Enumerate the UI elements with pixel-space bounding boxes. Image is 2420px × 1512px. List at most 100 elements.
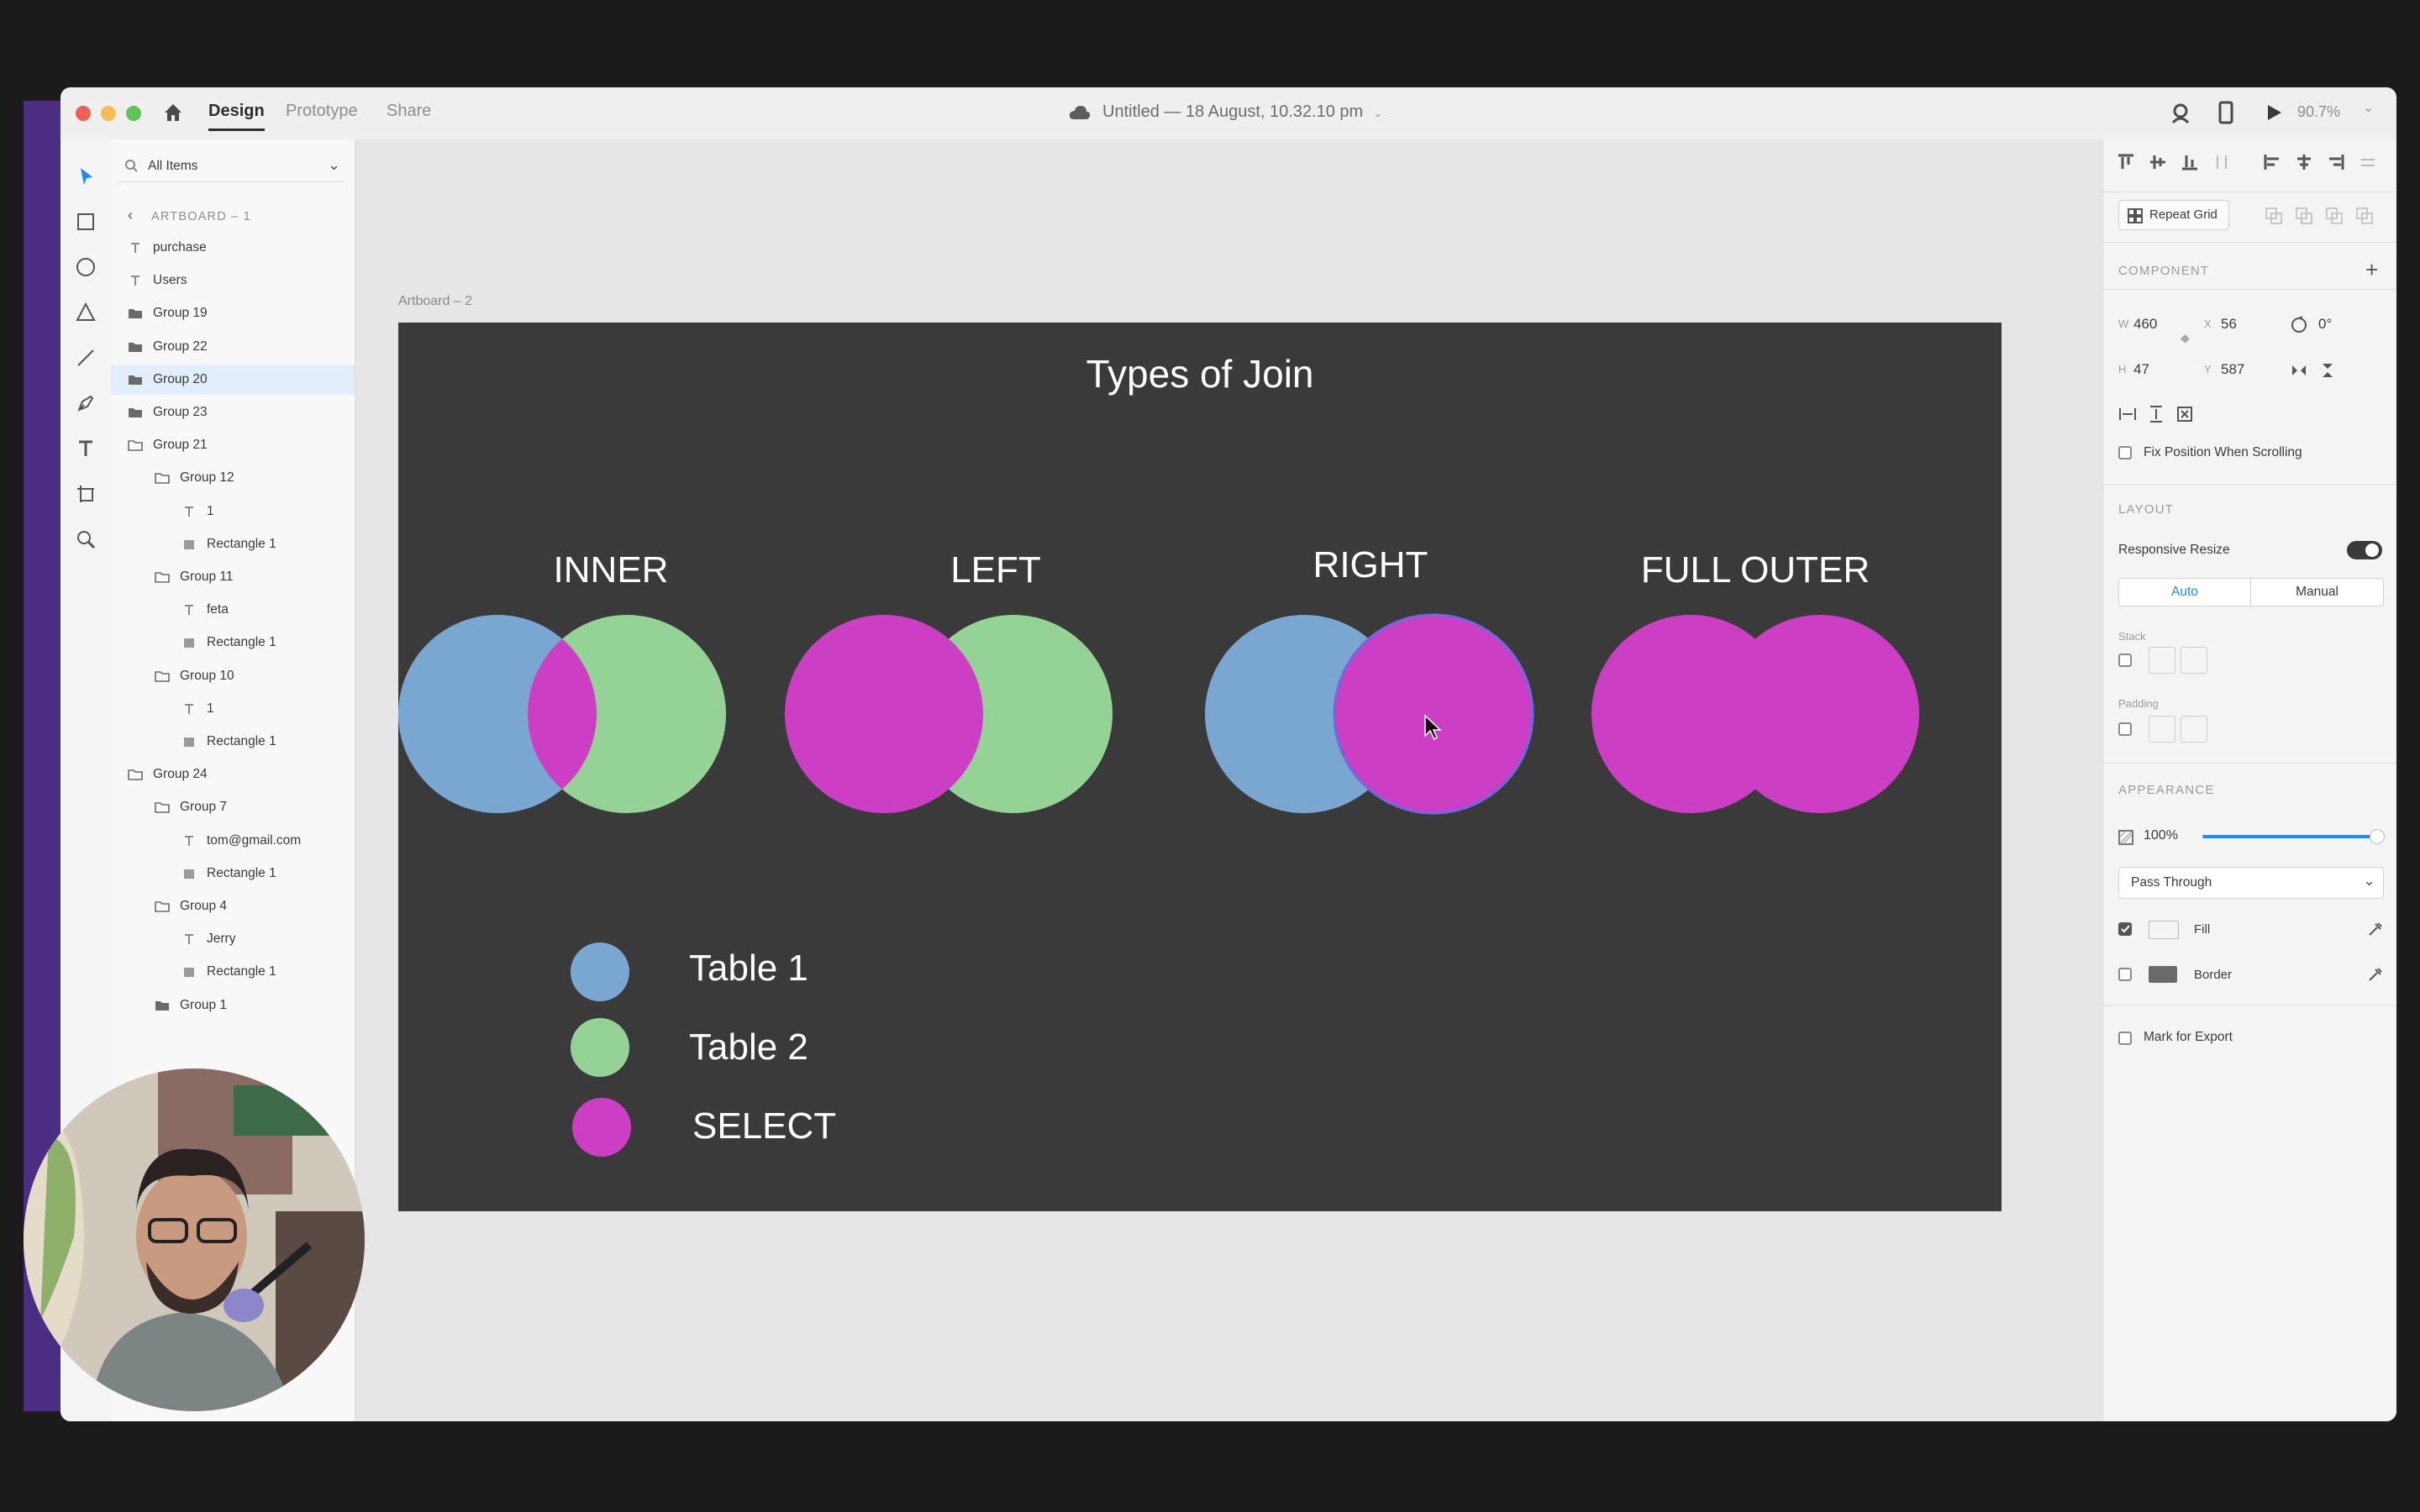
padding-uniform-icon[interactable] [2149,716,2175,743]
artboard[interactable]: Types of Join INNER LEFT RIGHT FULL OUTE… [398,323,2002,1211]
back-chevron-icon[interactable]: ‹ [128,207,133,224]
layer-row[interactable]: Group 7 [111,792,355,822]
layer-row[interactable]: Group 20 [111,364,355,395]
layer-row[interactable]: Group 19 [111,298,355,328]
zoom-tool-icon[interactable] [69,522,103,556]
eyedropper-icon[interactable] [2367,966,2384,987]
eyedropper-icon[interactable] [2367,921,2384,942]
blend-mode-select[interactable]: Pass Through ⌄ [2118,867,2384,899]
document-title[interactable]: Untitled — 18 August, 10.32.10 pm ⌄ [1102,102,1383,122]
tab-prototype[interactable]: Prototype [286,102,358,121]
layer-row[interactable]: tom@gmail.com [111,826,355,856]
close-window-button[interactable] [76,106,91,121]
align-left-icon[interactable] [2263,153,2281,176]
align-right-icon[interactable] [2327,153,2345,176]
layer-row[interactable]: Group 12 [111,463,355,493]
layer-row[interactable]: Group 4 [111,891,355,921]
tab-share[interactable]: Share [387,102,431,121]
height-input[interactable]: 47 [2133,361,2149,378]
x-input[interactable]: 56 [2221,316,2237,333]
minimize-window-button[interactable] [101,106,116,121]
lock-aspect-icon[interactable]: ◆ [2181,331,2190,345]
flip-vertical-icon[interactable] [2318,361,2337,384]
align-bottom-icon[interactable] [2181,153,2199,176]
artboard-tool-icon[interactable] [69,477,103,511]
rectangle-tool-icon[interactable] [69,205,103,239]
device-preview-icon[interactable] [2218,101,2233,124]
layer-row[interactable]: Group 11 [111,562,355,592]
artboard-label[interactable]: Artboard – 2 [398,294,472,309]
zoom-chevron-down-icon[interactable]: ⌄ [2363,99,2374,116]
padding-individual-icon[interactable] [2181,716,2207,743]
layer-row[interactable]: Group 23 [111,397,355,428]
layer-row[interactable]: Jerry [111,924,355,954]
layer-row[interactable]: Users [111,265,355,296]
folder-open-icon [155,570,170,585]
maximize-window-button[interactable] [126,106,141,121]
layer-row[interactable]: Rectangle 1 [111,627,355,658]
user-icon[interactable] [2170,102,2191,124]
align-middle-icon[interactable] [2149,153,2167,176]
rotation-input[interactable]: 0° [2318,316,2332,333]
boolean-add-icon[interactable] [2265,207,2283,229]
layer-row[interactable]: Group 21 [111,430,355,460]
padding-checkbox[interactable] [2118,722,2132,736]
boolean-subtract-icon[interactable] [2295,207,2313,229]
layer-row[interactable]: Rectangle 1 [111,529,355,559]
border-color-swatch[interactable] [2149,966,2177,983]
layers-filter[interactable]: All Items ⌄ [118,151,345,182]
fill-color-swatch[interactable] [2149,921,2179,939]
home-icon[interactable] [161,101,185,124]
select-tool-arrow-icon[interactable] [69,160,103,193]
play-icon[interactable] [2264,102,2284,123]
pen-tool-icon[interactable] [69,386,103,420]
layer-row[interactable]: Group 24 [111,759,355,790]
opacity-slider-knob[interactable] [2370,829,2385,844]
width-input[interactable]: 460 [2133,316,2157,333]
resize-manual-option[interactable]: Manual [2251,579,2383,606]
stack-vertical-icon[interactable] [2149,647,2175,674]
ellipse-tool-icon[interactable] [69,250,103,284]
flip-horizontal-icon[interactable] [2290,361,2308,384]
layer-row[interactable]: purchase [111,233,355,263]
distribute-vertical-icon[interactable] [2212,153,2231,176]
polygon-tool-icon[interactable] [69,296,103,329]
fix-position-checkbox[interactable] [2118,446,2132,459]
zoom-level[interactable]: 90.7% [2297,103,2340,121]
boolean-intersect-icon[interactable] [2325,207,2344,229]
distribute-horizontal-icon[interactable] [2359,153,2377,176]
opacity-slider-track[interactable] [2202,829,2385,844]
text-tool-icon[interactable] [69,432,103,465]
layer-row[interactable]: 1 [111,496,355,527]
component-section-label: COMPONENT [2118,264,2210,278]
add-component-icon[interactable]: + [2365,257,2378,283]
align-top-icon[interactable] [2117,153,2135,176]
responsive-fill-icon[interactable] [2175,405,2194,428]
stack-checkbox[interactable] [2118,654,2132,667]
y-input[interactable]: 587 [2221,361,2244,378]
layer-row[interactable]: Rectangle 1 [111,957,355,987]
layer-row[interactable]: Group 22 [111,332,355,362]
opacity-value[interactable]: 100% [2144,828,2178,843]
stack-horizontal-icon[interactable] [2181,647,2207,674]
fill-checkbox[interactable] [2118,922,2132,936]
resize-auto-option[interactable]: Auto [2119,579,2251,606]
artboard-breadcrumb[interactable]: ARTBOARD – 1 [151,210,251,223]
border-checkbox[interactable] [2118,968,2132,981]
layer-row[interactable]: Rectangle 1 [111,858,355,889]
tab-design[interactable]: Design [208,102,265,131]
mark-for-export-checkbox[interactable] [2118,1032,2132,1045]
responsive-vertical-icon[interactable] [2147,405,2165,428]
align-center-icon[interactable] [2295,153,2313,176]
responsive-horizontal-icon[interactable] [2118,405,2137,428]
responsive-resize-toggle[interactable] [2347,541,2382,559]
line-tool-icon[interactable] [69,341,103,375]
layer-row[interactable]: 1 [111,694,355,724]
layer-row[interactable]: Rectangle 1 [111,727,355,757]
boolean-exclude-icon[interactable] [2355,207,2374,229]
layer-row[interactable]: feta [111,595,355,625]
repeat-grid-button[interactable]: Repeat Grid [2118,200,2229,230]
left-join-diagram [785,615,1113,813]
layer-row[interactable]: Group 10 [111,661,355,691]
layer-row[interactable]: Group 1 [111,990,355,1021]
